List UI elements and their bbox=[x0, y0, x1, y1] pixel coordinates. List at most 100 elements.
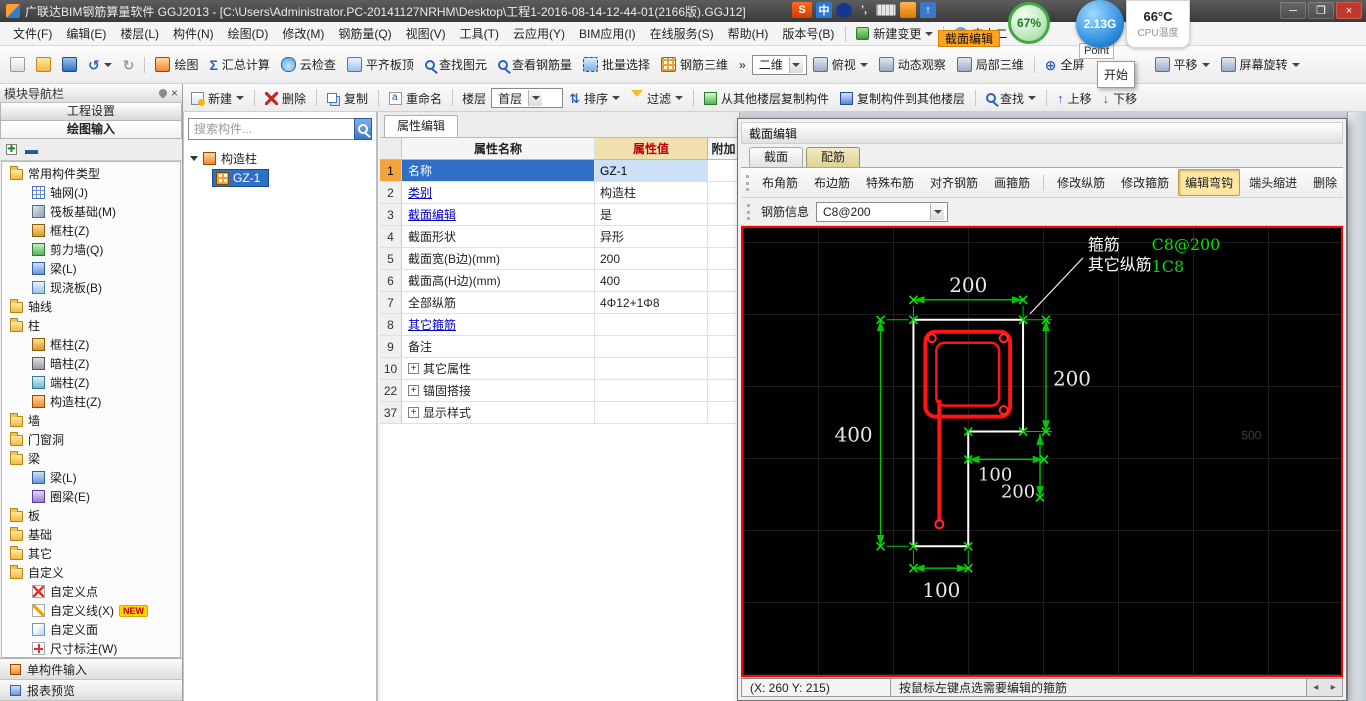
property-row[interactable]: 8 其它箍筋 bbox=[380, 314, 739, 336]
tree-item-axis-grid[interactable]: 轴网(J) bbox=[2, 183, 180, 202]
property-extra[interactable] bbox=[708, 314, 739, 335]
tree-item-shear-wall[interactable]: 剪力墙(Q) bbox=[2, 240, 180, 259]
tree-item-custom-face[interactable]: 自定义面 bbox=[2, 620, 180, 639]
screen-rotate-button[interactable]: 屏幕旋转 bbox=[1216, 52, 1305, 77]
property-row[interactable]: 37 + 显示样式 bbox=[380, 402, 739, 424]
property-value[interactable] bbox=[595, 314, 708, 335]
cloud-check-button[interactable]: 云检查 bbox=[276, 52, 341, 77]
menu-item[interactable]: 视图(V) bbox=[399, 24, 453, 44]
open-button[interactable] bbox=[31, 53, 56, 76]
property-value[interactable]: 400 bbox=[595, 270, 708, 291]
tree-folder-other[interactable]: 其它 bbox=[2, 544, 180, 563]
find-component-button[interactable]: 查找 bbox=[981, 86, 1041, 111]
batch-select-button[interactable]: 批量选择 bbox=[578, 52, 655, 77]
tree-item-custom-line[interactable]: 自定义线(X) NEW bbox=[2, 601, 180, 620]
tab-project-settings[interactable]: 工程设置 bbox=[0, 103, 182, 121]
sort-button[interactable]: ⇅ 排序 bbox=[564, 86, 625, 111]
filter-button[interactable]: 过滤 bbox=[626, 86, 688, 111]
tree-folder-axis[interactable]: 轴线 bbox=[2, 297, 180, 316]
menu-item[interactable]: 在线服务(S) bbox=[643, 24, 721, 44]
report-preview-bar[interactable]: 报表预览 bbox=[0, 680, 182, 701]
menu-item[interactable]: 工具(T) bbox=[453, 24, 506, 44]
draw-button[interactable]: 绘图 bbox=[150, 52, 203, 77]
section-drawing[interactable]: 200 400 200 100 100 200 箍筋 其它纵筋 C8@200 1… bbox=[743, 228, 1341, 675]
property-extra[interactable] bbox=[708, 204, 739, 225]
view-rebar-button[interactable]: 查看钢筋量 bbox=[493, 52, 577, 77]
moon-mode-icon[interactable] bbox=[836, 2, 852, 18]
cpu-usage-badge[interactable]: 67% bbox=[1008, 2, 1050, 44]
tree-item-custom-point[interactable]: 自定义点 bbox=[2, 582, 180, 601]
modify-stirrup-button[interactable]: 修改箍筋 bbox=[1114, 169, 1176, 196]
property-value[interactable]: 4Φ12+1Φ8 bbox=[595, 292, 708, 313]
scroll-left-icon[interactable]: ◂ bbox=[1313, 682, 1318, 693]
modify-longitudinal-button[interactable]: 修改纵筋 bbox=[1050, 169, 1112, 196]
property-value[interactable] bbox=[595, 380, 708, 401]
corner-bar-button[interactable]: 布角筋 bbox=[755, 169, 805, 196]
view-mode-combo[interactable]: 二维 bbox=[751, 54, 807, 75]
property-value[interactable]: 异形 bbox=[595, 226, 708, 247]
property-row[interactable]: 22 + 锚固搭接 bbox=[380, 380, 739, 402]
keyboard-icon[interactable] bbox=[876, 4, 896, 16]
scroll-right-icon[interactable]: ▸ bbox=[1331, 682, 1336, 693]
property-extra[interactable] bbox=[708, 358, 739, 379]
tree-item-cast-slab[interactable]: 现浇板(B) bbox=[2, 278, 180, 297]
redo-button[interactable]: ↻ bbox=[118, 54, 140, 76]
delete-component-button[interactable]: 删除 bbox=[260, 86, 311, 111]
tree-folder-column[interactable]: 柱 bbox=[2, 316, 180, 335]
tree-item-dimension[interactable]: 尺寸标注(W) bbox=[2, 639, 180, 657]
copy-component-button[interactable]: 复制 bbox=[322, 86, 373, 111]
property-value[interactable] bbox=[595, 336, 708, 357]
more-tools-chevron[interactable]: » bbox=[734, 54, 751, 76]
copy-from-floor-button[interactable]: 从其他楼层复制构件 bbox=[699, 86, 834, 111]
property-value[interactable]: GZ-1 bbox=[595, 160, 708, 181]
expand-icon[interactable]: + bbox=[408, 407, 419, 418]
orbit-button[interactable]: 动态观察 bbox=[874, 52, 951, 77]
close-button[interactable]: × bbox=[1336, 2, 1362, 19]
menu-item[interactable]: BIM应用(I) bbox=[572, 24, 643, 44]
tree-item-constructional-column[interactable]: 构造柱(Z) bbox=[2, 392, 180, 411]
minimize-button[interactable]: ─ bbox=[1280, 2, 1306, 19]
search-input[interactable] bbox=[188, 118, 354, 140]
property-extra[interactable] bbox=[708, 160, 739, 181]
new-component-button[interactable]: 新建 bbox=[186, 86, 249, 111]
edge-bar-button[interactable]: 布边筋 bbox=[807, 169, 857, 196]
sogou-ime-icon[interactable]: S bbox=[792, 2, 812, 18]
new-file-button[interactable] bbox=[5, 53, 30, 76]
property-row[interactable]: 5 截面宽(B边)(mm) 200 bbox=[380, 248, 739, 270]
punctuation-icon[interactable]: ’, bbox=[856, 2, 872, 18]
menu-item[interactable]: 帮助(H) bbox=[721, 24, 776, 44]
property-row[interactable]: 10 + 其它属性 bbox=[380, 358, 739, 380]
expand-icon[interactable]: + bbox=[408, 385, 419, 396]
tree-folder-wall[interactable]: 墙 bbox=[2, 411, 180, 430]
tab-section[interactable]: 截面 bbox=[749, 147, 804, 167]
rebar-info-combo[interactable]: C8@200 bbox=[816, 201, 949, 222]
expand-icon[interactable]: + bbox=[408, 363, 419, 374]
menu-item[interactable]: 绘图(D) bbox=[221, 24, 276, 44]
property-value[interactable]: 构造柱 bbox=[595, 182, 708, 203]
summary-calc-button[interactable]: Σ 汇总计算 bbox=[204, 52, 274, 77]
rebar-3d-button[interactable]: 钢筋三维 bbox=[656, 52, 733, 77]
tree-item-raft-foundation[interactable]: 筏板基础(M) bbox=[2, 202, 180, 221]
menu-item[interactable]: 构件(N) bbox=[166, 24, 221, 44]
property-extra[interactable] bbox=[708, 182, 739, 203]
component-group-constructional-column[interactable]: 构造柱 bbox=[186, 148, 374, 168]
property-row[interactable]: 9 备注 bbox=[380, 336, 739, 358]
expand-all-icon[interactable]: ✚ bbox=[6, 144, 17, 155]
property-row[interactable]: 7 全部纵筋 4Φ12+1Φ8 bbox=[380, 292, 739, 314]
property-value[interactable] bbox=[595, 402, 708, 423]
tree-item-beam[interactable]: 梁(L) bbox=[2, 468, 180, 487]
close-icon[interactable]: × bbox=[171, 87, 178, 99]
end-inset-button[interactable]: 端头缩进 bbox=[1242, 169, 1304, 196]
menu-item[interactable]: 修改(M) bbox=[275, 24, 331, 44]
search-button[interactable] bbox=[354, 118, 372, 140]
up-arrow-icon[interactable]: ↑ bbox=[920, 2, 936, 18]
tree-item-end-column[interactable]: 端柱(Z) bbox=[2, 373, 180, 392]
tree-item-beam[interactable]: 梁(L) bbox=[2, 259, 180, 278]
property-extra[interactable] bbox=[708, 292, 739, 313]
tree-folder-common-types[interactable]: 常用构件类型 bbox=[2, 164, 180, 183]
menu-item[interactable]: 钢筋量(Q) bbox=[331, 24, 398, 44]
tree-folder-slab[interactable]: 板 bbox=[2, 506, 180, 525]
property-value-header[interactable]: 属性值 bbox=[595, 138, 708, 159]
section-canvas[interactable]: 200 400 200 100 100 200 箍筋 其它纵筋 C8@200 1… bbox=[741, 226, 1343, 677]
undo-button[interactable]: ↺ bbox=[83, 54, 117, 76]
